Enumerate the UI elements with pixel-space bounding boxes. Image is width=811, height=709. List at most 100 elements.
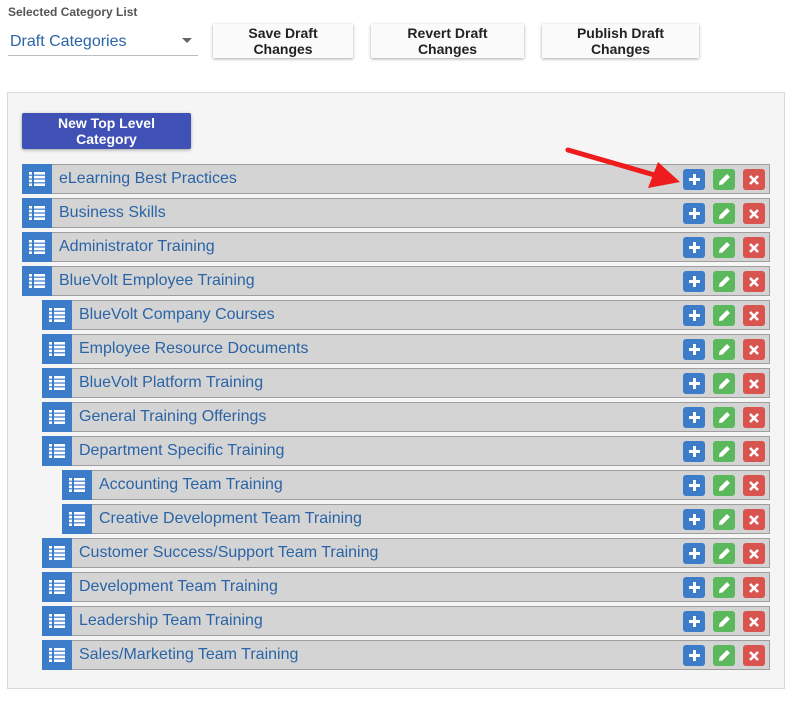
category-label[interactable]: Sales/Marketing Team Training	[79, 646, 298, 664]
add-subcategory-button[interactable]	[683, 441, 705, 462]
edit-category-button[interactable]	[713, 203, 735, 224]
add-subcategory-button[interactable]	[683, 577, 705, 598]
add-subcategory-button[interactable]	[683, 475, 705, 496]
delete-category-button[interactable]	[743, 543, 765, 564]
pencil-icon	[718, 412, 730, 423]
delete-category-button[interactable]	[743, 475, 765, 496]
edit-category-button[interactable]	[713, 611, 735, 632]
new-top-level-category-button[interactable]: New Top Level Category	[22, 113, 191, 149]
list-icon[interactable]	[42, 402, 72, 432]
pencil-icon	[718, 582, 730, 593]
category-label[interactable]: Development Team Training	[79, 578, 278, 596]
list-icon[interactable]	[22, 266, 52, 296]
list-icon[interactable]	[42, 572, 72, 602]
add-subcategory-button[interactable]	[683, 339, 705, 360]
category-row: Development Team Training	[42, 572, 770, 602]
category-row: Sales/Marketing Team Training	[42, 640, 770, 670]
category-row: Business Skills	[22, 198, 770, 228]
add-subcategory-button[interactable]	[683, 611, 705, 632]
plus-icon	[688, 582, 700, 593]
edit-category-button[interactable]	[713, 509, 735, 530]
category-label[interactable]: Leadership Team Training	[79, 612, 263, 630]
category-row: Administrator Training	[22, 232, 770, 262]
edit-category-button[interactable]	[713, 169, 735, 190]
add-subcategory-button[interactable]	[683, 237, 705, 258]
list-icon[interactable]	[42, 640, 72, 670]
category-label[interactable]: Accounting Team Training	[99, 476, 283, 494]
category-label[interactable]: eLearning Best Practices	[59, 170, 237, 188]
delete-category-button[interactable]	[743, 407, 765, 428]
category-label[interactable]: BlueVolt Platform Training	[79, 374, 263, 392]
list-icon[interactable]	[22, 198, 52, 228]
edit-category-button[interactable]	[713, 339, 735, 360]
add-subcategory-button[interactable]	[683, 271, 705, 292]
plus-icon	[688, 616, 700, 627]
add-subcategory-button[interactable]	[683, 203, 705, 224]
edit-category-button[interactable]	[713, 645, 735, 666]
delete-category-button[interactable]	[743, 577, 765, 598]
category-label[interactable]: Creative Development Team Training	[99, 510, 362, 528]
delete-category-button[interactable]	[743, 645, 765, 666]
list-icon[interactable]	[62, 470, 92, 500]
list-icon[interactable]	[42, 334, 72, 364]
delete-category-button[interactable]	[743, 339, 765, 360]
revert-draft-button[interactable]: Revert Draft Changes	[371, 24, 524, 58]
edit-category-button[interactable]	[713, 577, 735, 598]
add-subcategory-button[interactable]	[683, 645, 705, 666]
pencil-icon	[718, 650, 730, 661]
category-list-select[interactable]: Draft Categories	[8, 26, 198, 56]
list-icon[interactable]	[42, 300, 72, 330]
category-label[interactable]: Administrator Training	[59, 238, 215, 256]
add-subcategory-button[interactable]	[683, 305, 705, 326]
delete-category-button[interactable]	[743, 203, 765, 224]
category-label[interactable]: Business Skills	[59, 204, 166, 222]
delete-category-button[interactable]	[743, 441, 765, 462]
close-icon	[749, 480, 759, 491]
list-icon[interactable]	[42, 538, 72, 568]
delete-category-button[interactable]	[743, 373, 765, 394]
category-label[interactable]: Customer Success/Support Team Training	[79, 544, 378, 562]
list-icon[interactable]	[42, 606, 72, 636]
add-subcategory-button[interactable]	[683, 509, 705, 530]
edit-category-button[interactable]	[713, 271, 735, 292]
list-icon[interactable]	[42, 436, 72, 466]
add-subcategory-button[interactable]	[683, 373, 705, 394]
save-draft-button[interactable]: Save Draft Changes	[213, 24, 353, 58]
category-label[interactable]: BlueVolt Company Courses	[79, 306, 275, 324]
category-row: Customer Success/Support Team Training	[42, 538, 770, 568]
list-icon[interactable]	[22, 232, 52, 262]
category-label[interactable]: BlueVolt Employee Training	[59, 272, 255, 290]
list-icon[interactable]	[22, 164, 52, 194]
category-label[interactable]: General Training Offerings	[79, 408, 266, 426]
list-icon[interactable]	[42, 368, 72, 398]
delete-category-button[interactable]	[743, 305, 765, 326]
edit-category-button[interactable]	[713, 475, 735, 496]
delete-category-button[interactable]	[743, 169, 765, 190]
category-label[interactable]: Department Specific Training	[79, 442, 284, 460]
plus-icon	[688, 174, 700, 185]
add-subcategory-button[interactable]	[683, 169, 705, 190]
edit-category-button[interactable]	[713, 441, 735, 462]
category-row: Leadership Team Training	[42, 606, 770, 636]
edit-category-button[interactable]	[713, 237, 735, 258]
plus-icon	[688, 480, 700, 491]
add-subcategory-button[interactable]	[683, 407, 705, 428]
list-icon[interactable]	[62, 504, 92, 534]
edit-category-button[interactable]	[713, 407, 735, 428]
edit-category-button[interactable]	[713, 305, 735, 326]
delete-category-button[interactable]	[743, 271, 765, 292]
delete-category-button[interactable]	[743, 611, 765, 632]
add-subcategory-button[interactable]	[683, 543, 705, 564]
publish-draft-button[interactable]: Publish Draft Changes	[542, 24, 699, 58]
delete-category-button[interactable]	[743, 237, 765, 258]
delete-category-button[interactable]	[743, 509, 765, 530]
category-row: BlueVolt Company Courses	[42, 300, 770, 330]
edit-category-button[interactable]	[713, 373, 735, 394]
category-row: Employee Resource Documents	[42, 334, 770, 364]
close-icon	[749, 616, 759, 627]
category-row: Creative Development Team Training	[62, 504, 770, 534]
plus-icon	[688, 310, 700, 321]
category-label[interactable]: Employee Resource Documents	[79, 340, 308, 358]
edit-category-button[interactable]	[713, 543, 735, 564]
pencil-icon	[718, 378, 730, 389]
